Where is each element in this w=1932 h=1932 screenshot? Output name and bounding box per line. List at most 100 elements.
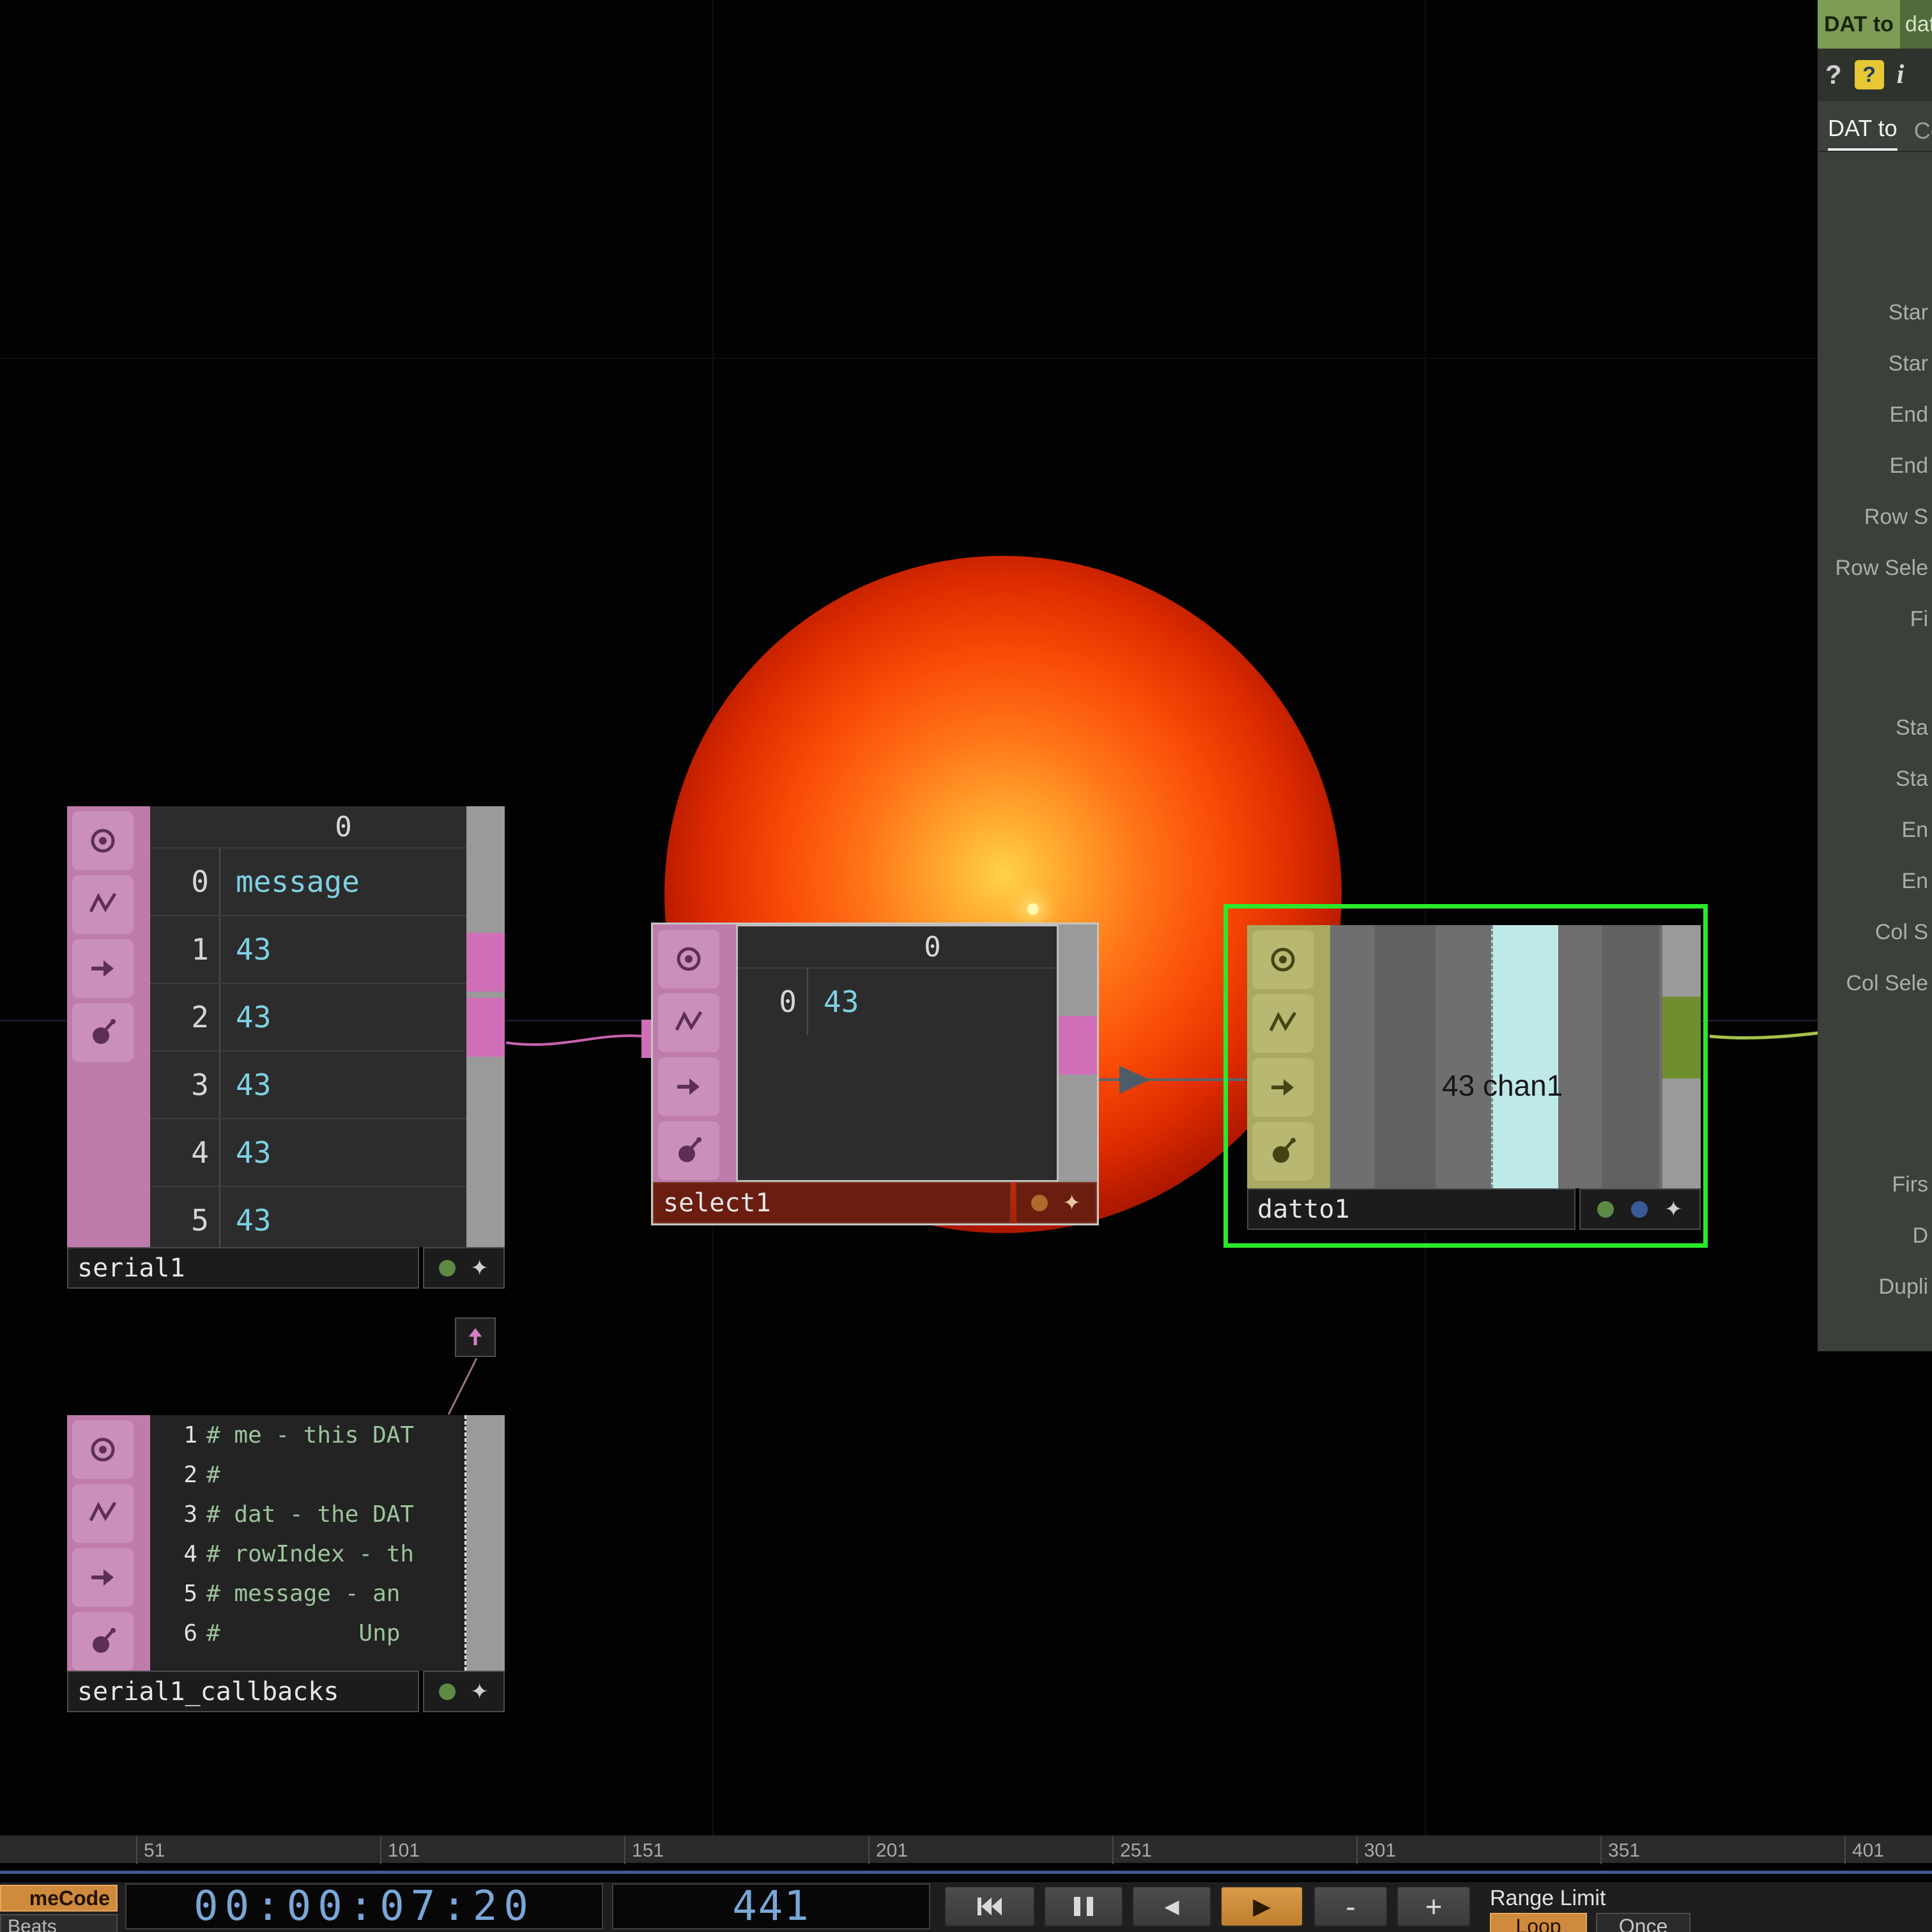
pulse-icon[interactable] [1252,994,1314,1053]
increment-button[interactable]: + [1397,1886,1471,1927]
operator-name-field[interactable]: datt [1900,0,1932,49]
param-label: Row S [1818,498,1928,535]
bomb-icon[interactable] [72,1612,134,1671]
python-help-icon[interactable]: ? [1855,60,1884,89]
param-label: En [1818,811,1928,848]
output-connector[interactable] [1059,1016,1097,1075]
select1-output-strip[interactable] [1059,924,1097,1182]
panel-header: DAT to datt [1818,0,1932,49]
sparkle-icon[interactable]: ✦ [1062,1190,1081,1216]
pause-icon [1087,1897,1093,1916]
dock-indicator[interactable] [455,1317,496,1357]
tab-common[interactable]: Co [1914,118,1932,151]
rewind-button[interactable] [944,1886,1035,1927]
loop-button[interactable]: Loop [1490,1913,1587,1932]
playbar-line[interactable] [0,1871,1932,1874]
param-label: D [1818,1217,1928,1254]
table-row: 443 [150,1118,466,1186]
tick-label: 401 [1852,1840,1884,1862]
row-index: 1 [150,916,220,983]
pulse-icon[interactable] [72,875,134,934]
beats-button[interactable]: Beats [0,1914,118,1932]
chop-value-band [1491,925,1558,1188]
node-select1[interactable]: 0 043 select1 ✦ [653,924,1097,1223]
datto1-output-strip[interactable] [1662,925,1701,1188]
code-line: 4# rowIndex - th [150,1534,464,1574]
line-text: # rowIndex - th [206,1541,414,1567]
node-name[interactable]: serial1_callbacks [67,1671,419,1712]
serial1-state-flags: ✦ [423,1247,505,1289]
column-header: 0 [220,811,466,843]
callbacks-code-viewer[interactable]: 1# me - this DAT 2# 3# dat - the DAT 4# … [150,1415,466,1671]
timecode-mode-button[interactable]: meCode [0,1885,118,1912]
param-label: End [1818,447,1928,484]
step-back-button[interactable]: ◀ [1132,1886,1211,1927]
frame-display[interactable]: 441 [612,1883,930,1929]
bomb-icon[interactable] [72,1003,134,1062]
play-button[interactable]: ▶ [1220,1886,1303,1927]
callbacks-namebar: serial1_callbacks ✦ [67,1671,505,1712]
code-line: 5# message - an [150,1574,464,1613]
active-dot-icon[interactable] [439,1683,456,1700]
output-connector[interactable] [1662,997,1701,1078]
node-serial1-callbacks[interactable]: 1# me - this DAT 2# 3# dat - the DAT 4# … [67,1415,505,1712]
param-label: Col S [1818,914,1928,951]
timecode-display[interactable]: 00:00:07:20 [125,1883,603,1929]
callbacks-output-strip[interactable] [466,1415,505,1671]
dock-arrow-icon[interactable] [1252,1058,1314,1117]
info-icon[interactable]: i [1897,59,1905,90]
pause-button[interactable] [1044,1886,1123,1927]
viewer-icon[interactable] [1252,930,1314,989]
decrement-button[interactable]: - [1314,1886,1388,1927]
output-connector[interactable] [466,998,505,1057]
datto1-flag-sidebar [1247,925,1330,1188]
bomb-icon[interactable] [658,1121,719,1180]
table-row: 343 [150,1050,466,1118]
select1-state-flags: ✦ [1015,1182,1097,1223]
tick-mark [624,1836,625,1864]
pulse-icon[interactable] [658,993,719,1052]
active-dot-icon[interactable] [1031,1195,1048,1211]
sparkle-icon[interactable]: ✦ [470,1679,489,1705]
step-back-icon: ◀ [1164,1896,1179,1918]
param-label: Firs [1818,1166,1928,1203]
dock-arrow-icon[interactable] [72,1548,134,1607]
tick-label: 251 [1120,1840,1152,1862]
chop-channel-label: 43 chan1 [1442,1068,1563,1103]
dock-arrow-icon[interactable] [658,1057,719,1116]
node-datto1[interactable]: 43 chan1 datto1 ✦ [1247,925,1701,1230]
tab-dat-to[interactable]: DAT to [1828,115,1897,151]
node-name[interactable]: select1 [653,1182,1011,1223]
active-dot-icon[interactable] [439,1260,456,1276]
node-serial1[interactable]: 0 0message 143 243 343 443 543 serial1 ✦ [67,806,505,1289]
sparkle-icon[interactable]: ✦ [1664,1197,1683,1222]
viewer-icon[interactable] [72,1420,134,1479]
datto1-chop-viewer[interactable]: 43 chan1 [1330,925,1662,1188]
node-name[interactable]: serial1 [67,1247,419,1289]
active-dot-icon[interactable] [1597,1201,1614,1218]
help-icon[interactable]: ? [1825,59,1842,90]
table-row: 243 [150,983,466,1050]
param-label: Fi [1818,601,1928,638]
node-name[interactable]: datto1 [1247,1188,1575,1230]
bomb-icon[interactable] [1252,1122,1314,1181]
select1-table-viewer[interactable]: 0 043 [736,924,1059,1182]
dock-arrow-icon[interactable] [72,939,134,998]
viewer-icon[interactable] [72,811,134,870]
tick-label: 351 [1608,1840,1640,1862]
serial1-table-viewer[interactable]: 0 0message 143 243 343 443 543 [150,806,466,1247]
operator-type-label: DAT to [1818,0,1900,49]
output-connector[interactable] [466,933,505,992]
parameter-tabs: DAT to Co [1818,101,1932,152]
timeline-ruler[interactable]: 51 101 151 201 251 301 351 401 [0,1835,1932,1863]
select1-flag-sidebar [653,924,736,1182]
pulse-icon[interactable] [72,1484,134,1543]
blue-dot-icon[interactable] [1631,1201,1648,1218]
viewer-icon[interactable] [658,930,719,988]
once-button[interactable]: Once [1596,1913,1690,1932]
sparkle-icon[interactable]: ✦ [470,1255,489,1281]
tick-mark [380,1836,381,1864]
serial1-body: 0 0message 143 243 343 443 543 [67,806,505,1247]
play-icon: ▶ [1253,1893,1271,1920]
serial1-output-strip[interactable] [466,806,505,1247]
